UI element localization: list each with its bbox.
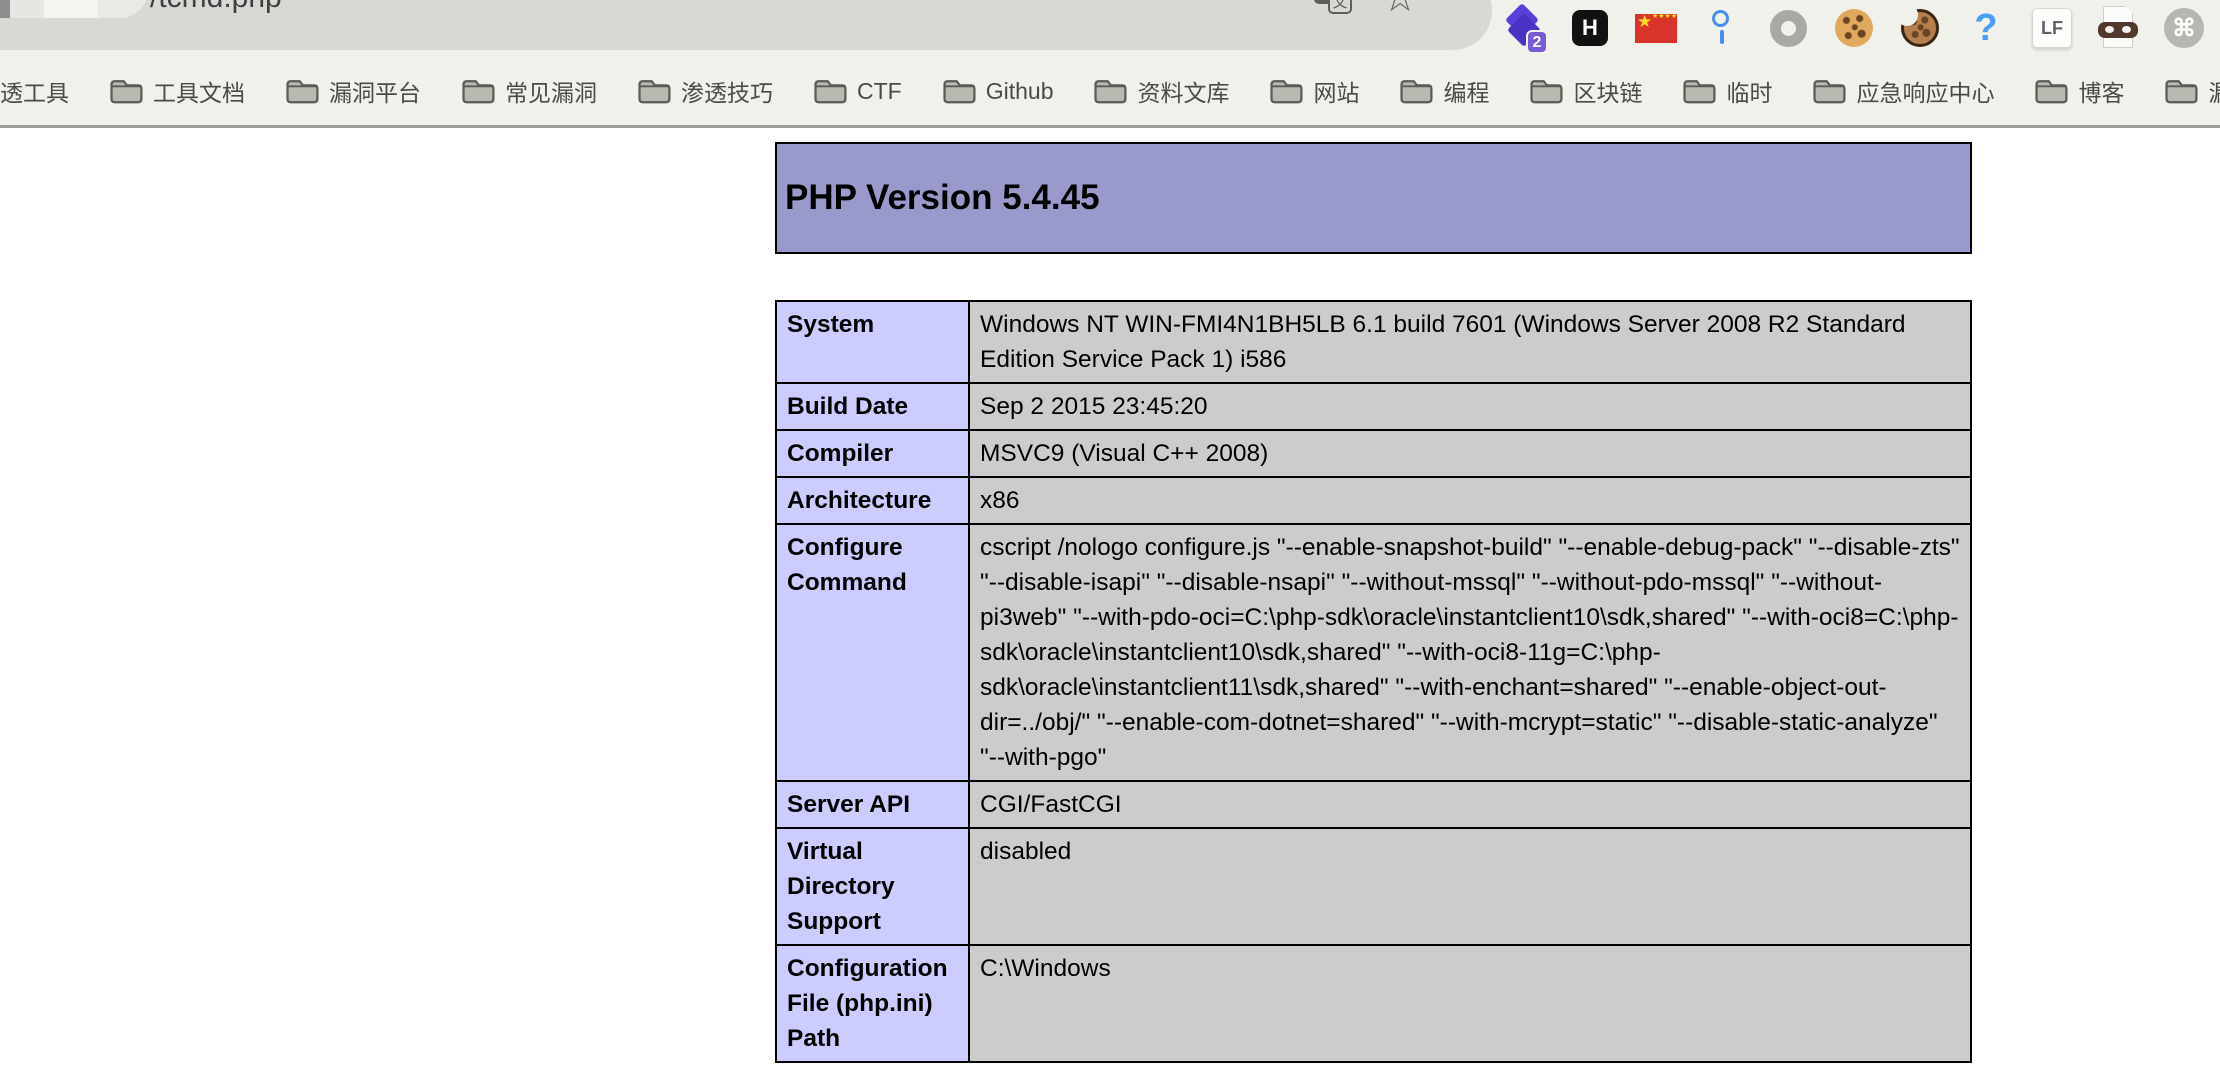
- folder-icon: [1399, 77, 1433, 105]
- china-flag-extension-icon[interactable]: ★ ★★★★: [1634, 6, 1678, 50]
- table-row: Compiler MSVC9 (Visual C++ 2008): [776, 430, 1971, 477]
- bookmark-folder[interactable]: 临时: [1682, 74, 1772, 108]
- folder-icon: [461, 77, 495, 105]
- command-extension-icon[interactable]: ⌘: [2162, 6, 2206, 50]
- url-text: /tcmd.php: [150, 0, 282, 18]
- page-title: PHP Version 5.4.45: [777, 178, 1100, 218]
- php-version-header: PHP Version 5.4.45: [775, 142, 1972, 254]
- folder-icon: [1093, 77, 1127, 105]
- row-value: C:\Windows: [969, 945, 1971, 1062]
- extension-badge: 2: [1526, 30, 1548, 54]
- table-row: Architecture x86: [776, 477, 1971, 524]
- table-row: Virtual Directory Support disabled: [776, 828, 1971, 945]
- row-value: MSVC9 (Visual C++ 2008): [969, 430, 1971, 477]
- table-row: System Windows NT WIN-FMI4N1BH5LB 6.1 bu…: [776, 301, 1971, 383]
- purple-stack-extension-icon[interactable]: 2: [1502, 6, 1546, 50]
- folder-icon: [1529, 77, 1563, 105]
- url-redaction-blur: [0, 0, 148, 18]
- translate-icon[interactable]: G 文: [1312, 0, 1356, 18]
- row-value: x86: [969, 477, 1971, 524]
- table-row: Build Date Sep 2 2015 23:45:20: [776, 383, 1971, 430]
- row-label: Architecture: [776, 477, 969, 524]
- bookmark-folder[interactable]: Github: [942, 77, 1054, 105]
- folder-icon: [813, 77, 847, 105]
- row-value: disabled: [969, 828, 1971, 945]
- bookmark-folder[interactable]: 应急响应中心: [1812, 74, 1994, 108]
- row-label: Compiler: [776, 430, 969, 477]
- folder-icon: [1812, 77, 1846, 105]
- folder-icon: [942, 77, 976, 105]
- row-value: cscript /nologo configure.js "--enable-s…: [969, 524, 1971, 781]
- bookmark-folder[interactable]: 区块链: [1529, 74, 1642, 108]
- folder-icon: [2034, 77, 2068, 105]
- pin-extension-icon[interactable]: [1700, 6, 1744, 50]
- bookmark-folder[interactable]: 资料文库: [1093, 74, 1229, 108]
- row-label: Configure Command: [776, 524, 969, 781]
- row-value: CGI/FastCGI: [969, 781, 1971, 828]
- bookmark-folder[interactable]: 漏: [2164, 74, 2220, 108]
- ring-extension-icon[interactable]: [1766, 6, 1810, 50]
- extension-icons-row: 2 H ★ ★★★★ ? LF: [1502, 6, 2206, 50]
- row-value: Windows NT WIN-FMI4N1BH5LB 6.1 build 760…: [969, 301, 1971, 383]
- folder-icon: [2164, 77, 2198, 105]
- bookmark-folder[interactable]: 编程: [1399, 74, 1489, 108]
- row-value: Sep 2 2015 23:45:20: [969, 383, 1971, 430]
- folder-icon: [1682, 77, 1716, 105]
- cookie-extension-icon[interactable]: [1832, 6, 1876, 50]
- table-row: Server API CGI/FastCGI: [776, 781, 1971, 828]
- bookmark-folder[interactable]: 网站: [1269, 74, 1359, 108]
- bookmark-folder[interactable]: 工具文档: [109, 74, 245, 108]
- browser-toolbar: /tcmd.php G 文 ☆ 2 H ★ ★★★★: [0, 0, 2220, 57]
- folder-icon: [1269, 77, 1303, 105]
- folder-icon: [109, 77, 143, 105]
- row-label: Server API: [776, 781, 969, 828]
- address-bar[interactable]: /tcmd.php G 文 ☆: [0, 0, 1492, 50]
- folder-icon: [637, 77, 671, 105]
- bookmark-folder[interactable]: 常见漏洞: [461, 74, 597, 108]
- bookmark-folder[interactable]: CTF: [813, 77, 902, 105]
- lf-extension-icon[interactable]: LF: [2030, 6, 2074, 50]
- table-row: Configure Command cscript /nologo config…: [776, 524, 1971, 781]
- row-label: Configuration File (php.ini) Path: [776, 945, 969, 1062]
- mask-document-extension-icon[interactable]: [2096, 6, 2140, 50]
- row-label: Build Date: [776, 383, 969, 430]
- row-label: System: [776, 301, 969, 383]
- folder-icon: [285, 77, 319, 105]
- bookmark-folder[interactable]: 渗透技巧: [637, 74, 773, 108]
- row-label: Virtual Directory Support: [776, 828, 969, 945]
- bookmark-star-icon[interactable]: ☆: [1378, 0, 1422, 18]
- bookmark-folder-clipped[interactable]: 透工具: [0, 74, 69, 108]
- bookmarks-bar: 透工具 工具文档 漏洞平台 常见漏洞 渗透技巧 CTF Github 资料文库 …: [0, 57, 2220, 128]
- bookmark-folder[interactable]: 漏洞平台: [285, 74, 421, 108]
- hackbar-extension-icon[interactable]: H: [1568, 6, 1612, 50]
- phpinfo-table: System Windows NT WIN-FMI4N1BH5LB 6.1 bu…: [775, 300, 1972, 1063]
- table-row: Configuration File (php.ini) Path C:\Win…: [776, 945, 1971, 1062]
- bookmark-folder[interactable]: 博客: [2034, 74, 2124, 108]
- help-extension-icon[interactable]: ?: [1964, 6, 2008, 50]
- cookie-editor-extension-icon[interactable]: [1898, 6, 1942, 50]
